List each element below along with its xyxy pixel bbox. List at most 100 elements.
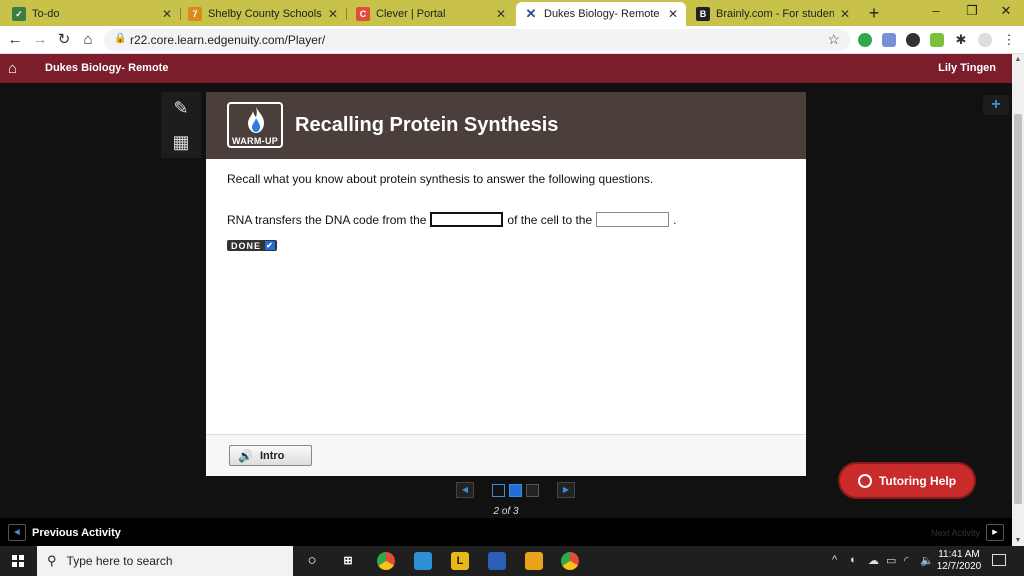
- tab-title: Dukes Biology- Remote - Edge: [544, 8, 662, 20]
- file-explorer-icon[interactable]: [414, 552, 432, 570]
- previous-activity-button[interactable]: ◀ Previous Activity: [8, 524, 121, 541]
- lesson-footer: 🔊 Intro: [206, 434, 806, 476]
- answer-blank-2[interactable]: [596, 212, 670, 227]
- page-title: Recalling Protein Synthesis: [295, 114, 559, 136]
- chrome-alt-icon[interactable]: [377, 552, 395, 570]
- question-text: RNA transfers the DNA code from the: [227, 212, 427, 227]
- forward-arrow-icon[interactable]: →: [29, 29, 51, 51]
- notification-icon[interactable]: [992, 554, 1006, 566]
- chrome-icon[interactable]: [561, 552, 579, 570]
- reload-icon[interactable]: ↻: [53, 29, 75, 51]
- translate-extension-icon[interactable]: [882, 33, 896, 47]
- close-window-icon[interactable]: ✕: [988, 0, 1024, 24]
- tab-shelby-calendar[interactable]: 7 Shelby County Schools - Calen ✕: [180, 2, 346, 26]
- next-activity-button[interactable]: Next Activity ▶: [931, 524, 1004, 541]
- battery-icon[interactable]: ▭: [886, 554, 896, 567]
- puzzle-extensions-icon[interactable]: ✱: [954, 33, 968, 47]
- tab-close-icon[interactable]: ✕: [496, 7, 506, 21]
- tab-edgenuity-active[interactable]: ✕ Dukes Biology- Remote - Edge ✕: [516, 2, 686, 26]
- lesson-banner: WARM-UP Recalling Protein Synthesis: [206, 92, 806, 159]
- browser-toolbar: ← → ↻ ⌂ 🔒 r22.core.learn.edgenuity.com/P…: [0, 26, 1024, 54]
- page-dot-3[interactable]: [526, 483, 539, 497]
- profile-avatar-icon[interactable]: [978, 33, 992, 47]
- tutoring-help-button[interactable]: Tutoring Help: [840, 464, 974, 497]
- chat-bubble-icon: [857, 473, 872, 488]
- windows-taskbar: ⚲ Type here to search ○ ⊞ L ^ ◐ ☁ ▭ ◜ 🔈 …: [0, 546, 1024, 576]
- intro-label: Intro: [259, 449, 285, 462]
- activity-bar: ◀ Previous Activity Next Activity ▶: [0, 518, 1012, 546]
- answer-blank-1[interactable]: [430, 212, 504, 227]
- tutoring-label: Tutoring Help: [878, 473, 957, 488]
- flame-icon: [248, 107, 264, 133]
- tab-title: Brainly.com - For students. By: [716, 8, 834, 20]
- home-icon[interactable]: ⌂: [77, 29, 99, 51]
- badge-label: WARM-UP: [231, 136, 279, 146]
- restore-icon[interactable]: ❐: [954, 0, 990, 24]
- home-icon[interactable]: ⌂: [8, 60, 17, 77]
- course-title[interactable]: Dukes Biology- Remote: [45, 62, 168, 74]
- calculator-icon[interactable]: ▦: [163, 126, 199, 158]
- page-dot-1[interactable]: [492, 483, 505, 497]
- next-page-icon[interactable]: ▶: [557, 482, 575, 498]
- page-dot-2-current[interactable]: [509, 483, 522, 497]
- user-name[interactable]: Lily Tingen: [938, 62, 996, 74]
- app-header: ⌂ Dukes Biology- Remote Lily Tingen: [0, 54, 1012, 83]
- address-bar[interactable]: 🔒 r22.core.learn.edgenuity.com/Player/ ☆: [104, 29, 850, 51]
- browser-tab-strip: ✓ To-do ✕ 7 Shelby County Schools - Cale…: [0, 0, 1024, 26]
- tab-todo[interactable]: ✓ To-do ✕: [4, 2, 180, 26]
- bookmark-star-icon[interactable]: ☆: [827, 31, 840, 48]
- tab-close-icon[interactable]: ✕: [668, 7, 678, 21]
- fill-in-question: RNA transfers the DNA code from the of t…: [227, 212, 677, 227]
- minimize-icon[interactable]: –: [918, 0, 954, 24]
- back-arrow-icon[interactable]: ←: [4, 29, 26, 51]
- tray-chevron-icon[interactable]: ^: [832, 554, 837, 566]
- previous-page-icon[interactable]: ◀: [456, 482, 474, 498]
- onedrive-icon[interactable]: ☁: [868, 554, 879, 567]
- browser-menu-icon[interactable]: ⋮: [1002, 33, 1016, 47]
- paint-icon[interactable]: [488, 552, 506, 570]
- tab-close-icon[interactable]: ✕: [840, 7, 850, 21]
- expand-plus-button[interactable]: +: [983, 95, 1009, 115]
- page-scrollbar[interactable]: ▲ ▼: [1012, 54, 1024, 546]
- checkmark-icon: ✔: [265, 241, 276, 250]
- search-placeholder: Type here to search: [66, 554, 173, 568]
- volume-icon[interactable]: 🔈: [920, 554, 934, 567]
- calendar-favicon-icon: 7: [188, 7, 202, 21]
- tab-close-icon[interactable]: ✕: [162, 7, 172, 21]
- tool-column: ✎ ▦: [161, 92, 201, 158]
- tab-clever-portal[interactable]: C Clever | Portal ✕: [348, 2, 514, 26]
- edgenuity-favicon-icon: ✕: [524, 6, 538, 21]
- scrollbar-thumb[interactable]: [1014, 114, 1022, 504]
- taskbar-clock[interactable]: 11:41 AM 12/7/2020: [934, 549, 984, 573]
- tab-title: Shelby County Schools - Calen: [208, 8, 322, 20]
- meet-now-icon[interactable]: ◐: [850, 554, 857, 566]
- new-tab-button[interactable]: +: [864, 3, 884, 23]
- lesson-frame: WARM-UP Recalling Protein Synthesis Reca…: [206, 92, 806, 476]
- app-l-icon[interactable]: L: [451, 552, 469, 570]
- extension-icon[interactable]: [858, 33, 872, 47]
- taskbar-search-box[interactable]: ⚲ Type here to search: [37, 546, 293, 576]
- done-label: DONE: [231, 240, 262, 251]
- tab-title: To-do: [32, 8, 60, 20]
- question-text: of the cell to the: [507, 212, 593, 227]
- search-icon: ⚲: [47, 553, 57, 568]
- extension-icon[interactable]: [930, 33, 944, 47]
- scroll-down-icon[interactable]: ▼: [1012, 537, 1024, 544]
- scroll-up-icon[interactable]: ▲: [1012, 56, 1024, 63]
- todo-favicon-icon: ✓: [12, 7, 26, 21]
- task-view-icon[interactable]: ⊞: [339, 552, 357, 570]
- mail-icon[interactable]: [525, 552, 543, 570]
- clock-date: 12/7/2020: [936, 561, 982, 572]
- tab-close-icon[interactable]: ✕: [328, 7, 338, 21]
- wifi-icon[interactable]: ◜: [904, 554, 908, 567]
- chevron-right-icon: ▶: [986, 524, 1004, 541]
- done-button[interactable]: DONE ✔: [227, 240, 278, 251]
- brainly-favicon-icon: B: [696, 7, 710, 21]
- cortana-icon[interactable]: ○: [303, 552, 321, 570]
- extension-icon[interactable]: [906, 33, 920, 47]
- intro-audio-button[interactable]: 🔊 Intro: [229, 445, 312, 466]
- tab-brainly[interactable]: B Brainly.com - For students. By ✕: [688, 2, 858, 26]
- windows-start-icon[interactable]: [12, 555, 24, 567]
- next-activity-label: Next Activity: [930, 527, 980, 538]
- pencil-icon[interactable]: ✎: [163, 92, 199, 124]
